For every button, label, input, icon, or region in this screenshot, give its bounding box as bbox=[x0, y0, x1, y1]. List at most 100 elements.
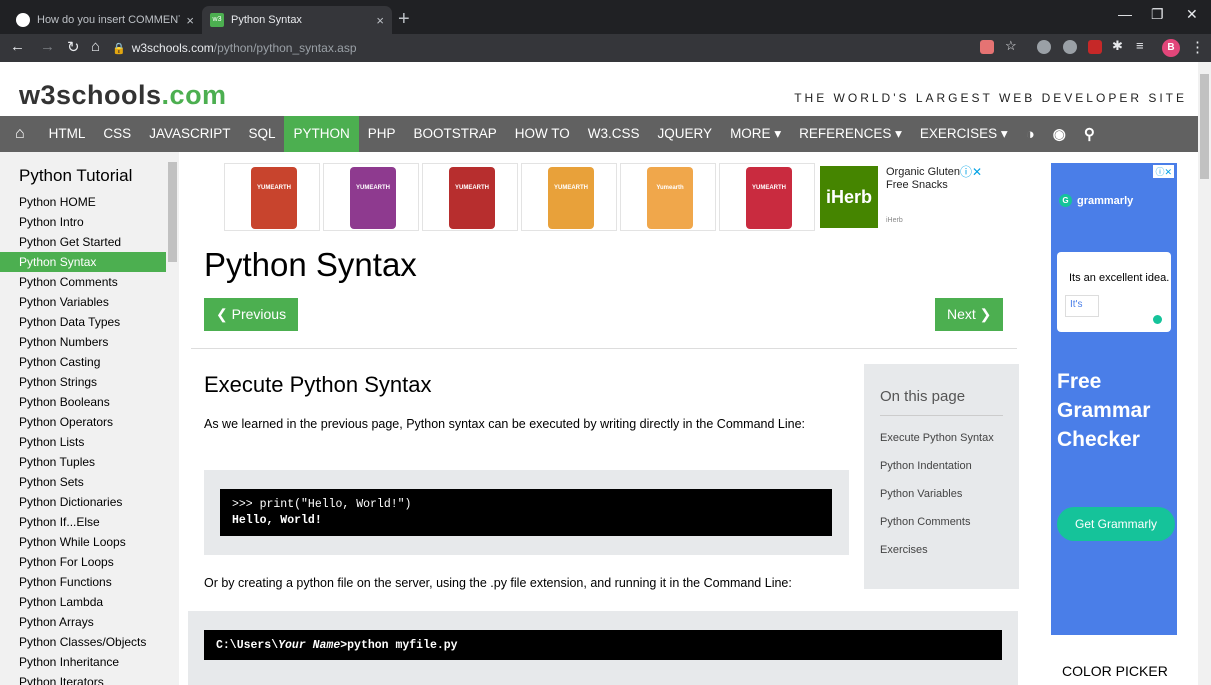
reload-icon[interactable]: ↻ bbox=[67, 38, 80, 56]
puzzle-extensions-icon[interactable]: ✱ bbox=[1112, 38, 1123, 54]
browser-tab-python-syntax[interactable]: w3 Python Syntax × bbox=[202, 6, 392, 34]
sidebar-item-python-for-loops[interactable]: Python For Loops bbox=[0, 552, 166, 572]
nav-html[interactable]: HTML bbox=[40, 116, 95, 152]
product-bag-image: YUMEARTH bbox=[746, 167, 792, 229]
ad-product-tile[interactable]: YUMEARTH bbox=[224, 163, 320, 231]
nav-jquery[interactable]: JQUERY bbox=[649, 116, 722, 152]
close-window-button[interactable]: ✕ bbox=[1186, 6, 1198, 23]
profile-avatar[interactable]: B bbox=[1162, 39, 1180, 57]
nav-exercises[interactable]: EXERCISES ▾ bbox=[911, 116, 1017, 152]
next-button[interactable]: Next ❯ bbox=[935, 298, 1004, 331]
grammarly-logo-icon: G bbox=[1059, 194, 1072, 207]
on-this-page-link[interactable]: Python Variables bbox=[880, 488, 1003, 500]
sidebar-item-python-iterators[interactable]: Python Iterators bbox=[0, 672, 166, 685]
iherb-logo[interactable]: iHerb bbox=[820, 166, 878, 228]
pdf-extension-icon[interactable] bbox=[1088, 40, 1102, 54]
sidebar-item-python-lists[interactable]: Python Lists bbox=[0, 432, 166, 452]
new-tab-button[interactable]: + bbox=[398, 8, 410, 31]
nav-css[interactable]: CSS bbox=[94, 116, 140, 152]
on-this-page-link[interactable]: Exercises bbox=[880, 544, 1003, 556]
get-grammarly-button[interactable]: Get Grammarly bbox=[1057, 507, 1175, 541]
home-nav-icon[interactable]: ⌂ bbox=[0, 116, 40, 152]
sidebar-item-python-home[interactable]: Python HOME bbox=[0, 192, 166, 212]
on-this-page-link[interactable]: Execute Python Syntax bbox=[880, 432, 1003, 444]
nav-sql[interactable]: SQL bbox=[239, 116, 284, 152]
search-icon[interactable]: ⚲ bbox=[1075, 125, 1104, 143]
scrollbar-thumb[interactable] bbox=[1200, 74, 1209, 179]
nav-bootstrap[interactable]: BOOTSTRAP bbox=[405, 116, 506, 152]
browser-tab-comments[interactable]: How do you insert COMMENTS i × bbox=[8, 6, 202, 34]
product-bag-image: Yumearth bbox=[647, 167, 693, 229]
nav-python[interactable]: PYTHON bbox=[284, 116, 359, 152]
ad-close-icon[interactable]: ⓘ✕ bbox=[1153, 165, 1174, 178]
ad-product-tile[interactable]: YUMEARTH bbox=[719, 163, 815, 231]
close-tab-icon[interactable]: × bbox=[376, 13, 384, 28]
extension-icon[interactable] bbox=[1037, 40, 1051, 54]
ad-product-tile[interactable]: YUMEARTH bbox=[323, 163, 419, 231]
sidebar-item-python-comments[interactable]: Python Comments bbox=[0, 272, 166, 292]
home-icon[interactable]: ⌂ bbox=[91, 38, 100, 55]
sidebar-item-python-if-else[interactable]: Python If...Else bbox=[0, 512, 166, 532]
grammarly-dot-icon bbox=[1153, 315, 1162, 324]
sidebar-item-python-sets[interactable]: Python Sets bbox=[0, 472, 166, 492]
on-this-page-link[interactable]: Python Indentation bbox=[880, 460, 1003, 472]
on-this-page-link[interactable]: Python Comments bbox=[880, 516, 1003, 528]
section-title: Execute Python Syntax bbox=[204, 372, 432, 397]
site-tagline: THE WORLD'S LARGEST WEB DEVELOPER SITE bbox=[794, 91, 1187, 105]
close-tab-icon[interactable]: × bbox=[186, 13, 194, 28]
back-arrow-icon[interactable]: ← bbox=[10, 38, 25, 55]
w3schools-logo[interactable]: w3schools.com bbox=[19, 80, 227, 111]
sidebar-item-python-numbers[interactable]: Python Numbers bbox=[0, 332, 166, 352]
nav-how-to[interactable]: HOW TO bbox=[506, 116, 579, 152]
sidebar-item-python-variables[interactable]: Python Variables bbox=[0, 292, 166, 312]
forward-arrow-icon[interactable]: → bbox=[40, 38, 55, 55]
reading-list-icon[interactable]: ≡ bbox=[1136, 38, 1144, 53]
page-scrollbar[interactable] bbox=[1198, 62, 1211, 685]
sidebar-scrollbar-thumb[interactable] bbox=[168, 162, 177, 262]
paragraph-file: Or by creating a python file on the serv… bbox=[204, 576, 792, 590]
sidebar-item-python-classes-objects[interactable]: Python Classes/Objects bbox=[0, 632, 166, 652]
extension-icon[interactable] bbox=[980, 40, 994, 54]
nav-w3css[interactable]: W3.CSS bbox=[579, 116, 649, 152]
grammarly-advertisement[interactable]: ⓘ✕ Ggrammarly Its an excellent idea. It'… bbox=[1051, 163, 1177, 635]
sidebar-item-python-data-types[interactable]: Python Data Types bbox=[0, 312, 166, 332]
sidebar-item-python-operators[interactable]: Python Operators bbox=[0, 412, 166, 432]
sidebar-item-python-get-started[interactable]: Python Get Started bbox=[0, 232, 166, 252]
sidebar-item-python-booleans[interactable]: Python Booleans bbox=[0, 392, 166, 412]
sidebar-item-python-dictionaries[interactable]: Python Dictionaries bbox=[0, 492, 166, 512]
ad-close-icon[interactable]: ⓘ✕ bbox=[960, 163, 982, 180]
nav-javascript[interactable]: JAVASCRIPT bbox=[140, 116, 239, 152]
top-navigation: ⌂ HTML CSS JAVASCRIPT SQL PYTHON PHP BOO… bbox=[0, 116, 1198, 152]
sidebar-item-python-functions[interactable]: Python Functions bbox=[0, 572, 166, 592]
sidebar: Python Tutorial Python HOME Python Intro P… bbox=[0, 152, 179, 685]
browser-menu-icon[interactable]: ⋮ bbox=[1190, 38, 1205, 56]
code-block-cmd: C:\Users\Your Name>python myfile.py bbox=[204, 630, 1002, 660]
ad-product-tile[interactable]: YUMEARTH bbox=[422, 163, 518, 231]
ad-product-tile[interactable]: YUMEARTH bbox=[521, 163, 617, 231]
sidebar-item-python-while-loops[interactable]: Python While Loops bbox=[0, 532, 166, 552]
product-bag-image: YUMEARTH bbox=[251, 167, 297, 229]
nav-more[interactable]: MORE ▾ bbox=[721, 116, 790, 152]
nav-references[interactable]: REFERENCES ▾ bbox=[790, 116, 911, 152]
bookmark-star-icon[interactable]: ☆ bbox=[1005, 38, 1017, 54]
sidebar-item-python-casting[interactable]: Python Casting bbox=[0, 352, 166, 372]
sidebar-item-python-tuples[interactable]: Python Tuples bbox=[0, 452, 166, 472]
sidebar-item-python-inheritance[interactable]: Python Inheritance bbox=[0, 652, 166, 672]
sidebar-item-python-strings[interactable]: Python Strings bbox=[0, 372, 166, 392]
w3schools-favicon-icon: w3 bbox=[210, 13, 224, 27]
extension-icon[interactable] bbox=[1063, 40, 1077, 54]
globe-icon[interactable]: ◉ bbox=[1044, 125, 1075, 143]
sidebar-item-python-intro[interactable]: Python Intro bbox=[0, 212, 166, 232]
sidebar-item-python-lambda[interactable]: Python Lambda bbox=[0, 592, 166, 612]
address-bar[interactable]: 🔒 w3schools.com/python/python_syntax.asp bbox=[112, 37, 972, 59]
sidebar-item-python-syntax[interactable]: Python Syntax bbox=[0, 252, 166, 272]
ad-product-tile[interactable]: Yumearth bbox=[620, 163, 716, 231]
minimize-button[interactable]: — bbox=[1118, 6, 1132, 22]
sidebar-item-python-arrays[interactable]: Python Arrays bbox=[0, 612, 166, 632]
previous-button[interactable]: ❮ Previous bbox=[204, 298, 299, 331]
nav-php[interactable]: PHP bbox=[359, 116, 405, 152]
top-advertisement[interactable]: YUMEARTH YUMEARTH YUMEARTH YUMEARTH Yumearth… bbox=[224, 163, 1017, 231]
maximize-button[interactable]: ❐ bbox=[1151, 6, 1164, 23]
sidebar-scrollbar[interactable] bbox=[166, 152, 179, 685]
dark-mode-icon[interactable]: ◑ bbox=[1017, 126, 1044, 143]
